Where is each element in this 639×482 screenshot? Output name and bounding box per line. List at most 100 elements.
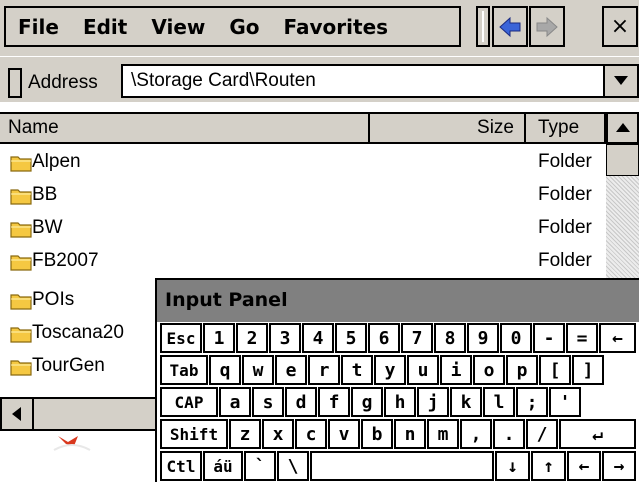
key[interactable]: y [374,355,406,385]
key[interactable]: 6 [368,323,400,353]
scroll-left-button[interactable] [2,399,34,429]
column-type[interactable]: Type [526,114,606,142]
address-dropdown-button[interactable] [603,66,637,96]
column-header: Name Size Type [0,112,639,144]
key[interactable]: 9 [467,323,499,353]
forward-arrow-icon [536,16,558,37]
key[interactable]: k [450,387,482,417]
key-ctrl[interactable]: Ctl [160,451,202,481]
keyboard-row: Esc 1 2 3 4 5 6 7 8 9 0 - = ← [157,322,639,354]
key[interactable]: \ [277,451,309,481]
key[interactable]: ' [549,387,581,417]
key[interactable]: x [262,419,294,449]
forward-button[interactable] [529,6,565,47]
key[interactable]: g [351,387,383,417]
key[interactable]: h [384,387,416,417]
key[interactable]: p [506,355,538,385]
key[interactable]: n [394,419,426,449]
item-type: Folder [538,184,592,205]
keyboard-row: Tab q w e r t y u i o p [ ] [157,354,639,386]
key[interactable]: 0 [500,323,532,353]
key-shift[interactable]: Shift [160,419,228,449]
key-esc[interactable]: Esc [160,323,202,353]
address-label: Address [28,72,98,93]
key-space[interactable] [310,451,494,481]
key-left-arrow[interactable]: ← [567,451,601,481]
item-type: Folder [538,217,592,238]
key[interactable]: o [473,355,505,385]
folder-icon [10,360,32,376]
key[interactable]: [ [539,355,571,385]
key[interactable]: 4 [302,323,334,353]
folder-icon [10,189,32,205]
column-size[interactable]: Size [370,114,526,142]
key[interactable]: , [460,419,492,449]
list-item[interactable]: FB2007 Folder [0,246,604,279]
key[interactable]: c [295,419,327,449]
close-button[interactable]: × [602,6,638,47]
key[interactable]: = [566,323,598,353]
key-right-arrow[interactable]: → [602,451,636,481]
key-tab[interactable]: Tab [160,355,208,385]
item-name: TourGen [32,355,105,376]
key[interactable]: q [209,355,241,385]
menu-view[interactable]: View [151,15,205,39]
address-grip[interactable] [8,68,22,98]
key[interactable]: f [318,387,350,417]
address-input[interactable]: \Storage Card\Routen [121,64,639,98]
key[interactable]: t [341,355,373,385]
keyboard-row: Shift z x c v b n m , . / ↵ [157,418,639,450]
list-item[interactable]: Alpen Folder [0,147,604,180]
key-down-arrow[interactable]: ↓ [495,451,530,481]
key[interactable]: u [407,355,439,385]
chevron-down-icon [614,76,628,85]
menu-go[interactable]: Go [229,15,259,39]
key[interactable]: b [361,419,393,449]
key[interactable]: a [219,387,251,417]
key[interactable]: d [285,387,317,417]
keyboard-row: CAP a s d f g h j k l ; ' [157,386,639,418]
key[interactable]: ] [572,355,604,385]
key-intl[interactable]: áü [203,451,243,481]
key[interactable]: v [328,419,360,449]
key[interactable]: w [242,355,274,385]
key[interactable]: e [275,355,307,385]
key[interactable]: m [427,419,459,449]
key[interactable]: 3 [269,323,301,353]
folder-icon [10,294,32,310]
vertical-scroll-thumb[interactable] [606,144,639,176]
menu-edit[interactable]: Edit [83,15,127,39]
item-type: Folder [538,250,592,271]
key-enter[interactable]: ↵ [559,419,636,449]
key[interactable]: ` [244,451,276,481]
key[interactable]: j [417,387,449,417]
key-caps[interactable]: CAP [160,387,218,417]
key-up-arrow[interactable]: ↑ [531,451,566,481]
back-button[interactable] [492,6,528,47]
key[interactable]: l [483,387,515,417]
key[interactable]: . [493,419,525,449]
scroll-up-button[interactable] [606,112,639,144]
menu-favorites[interactable]: Favorites [284,15,389,39]
key[interactable]: 5 [335,323,367,353]
key[interactable]: z [229,419,261,449]
chevron-up-icon [615,123,630,132]
key[interactable]: 8 [434,323,466,353]
item-name: Alpen [32,151,81,172]
folder-icon [10,156,32,172]
menu-file[interactable]: File [18,15,59,39]
key[interactable]: 1 [203,323,235,353]
key[interactable]: 7 [401,323,433,353]
key-backspace[interactable]: ← [599,323,636,353]
key[interactable]: r [308,355,340,385]
column-name[interactable]: Name [0,114,370,142]
key[interactable]: / [526,419,558,449]
key[interactable]: - [533,323,565,353]
key[interactable]: 2 [236,323,268,353]
list-item[interactable]: BW Folder [0,213,604,246]
list-item[interactable]: BB Folder [0,180,604,213]
key[interactable]: i [440,355,472,385]
key[interactable]: s [252,387,284,417]
key[interactable]: ; [516,387,548,417]
toolbar-grip[interactable] [476,6,490,47]
